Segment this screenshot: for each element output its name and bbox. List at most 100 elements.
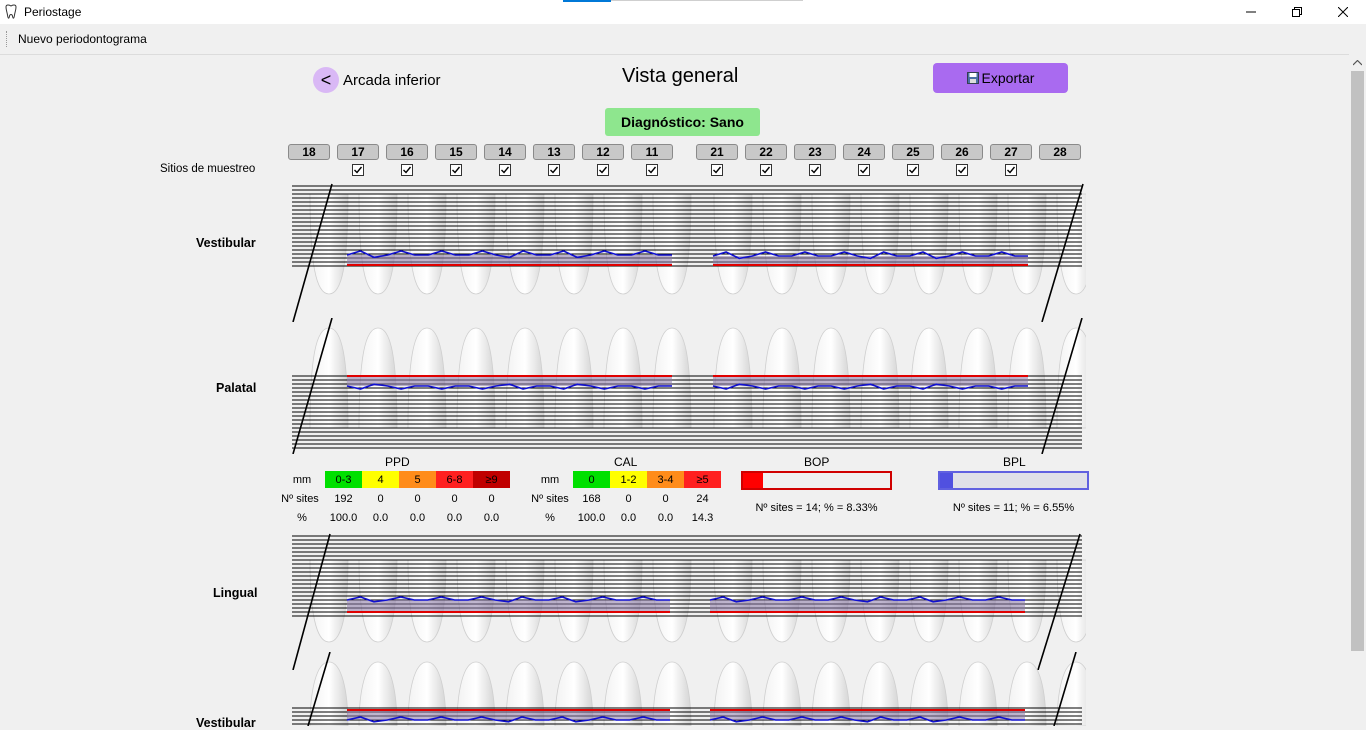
ppd-sites-value: 0 [451,493,458,505]
ppd-sites-label: Nº sites [281,493,319,505]
checkmark-icon [713,166,722,174]
tooth-shape [358,193,398,295]
tooth-shape [1056,193,1086,295]
row-label-vestibular: Vestibular [196,236,256,250]
ppd-unit-label: mm [292,474,312,486]
back-label[interactable]: Arcada inferior [343,72,441,89]
checkmark-icon [958,166,967,174]
cal-range-cell: 0 [573,471,610,488]
export-button[interactable]: Exportar [933,63,1068,93]
site-checkbox-25[interactable] [907,164,919,176]
ppd-pct-value: 100.0 [329,512,358,524]
tooth-button-18[interactable]: 18 [288,144,330,160]
cal-sites-label: Nº sites [531,493,569,505]
site-checkbox-15[interactable] [450,164,462,176]
tooth-button-21[interactable]: 21 [696,144,738,160]
ppd-range-cell: 5 [399,471,436,488]
export-label: Exportar [981,70,1035,86]
tooth-shape [909,193,949,295]
tooth-button-11[interactable]: 11 [631,144,673,160]
cal-pct-value: 14.3 [691,512,714,524]
tooth-button-12[interactable]: 12 [582,144,624,160]
checkmark-icon [550,166,559,174]
checkmark-icon [1007,166,1016,174]
site-checkbox-17[interactable] [352,164,364,176]
tooth-button-16[interactable]: 16 [386,144,428,160]
new-periodontogram-button[interactable]: Nuevo periodontograma [18,32,147,46]
site-checkbox-16[interactable] [401,164,413,176]
ppd-range-cell: 6-8 [436,471,473,488]
site-checkbox-13[interactable] [548,164,560,176]
site-checkbox-23[interactable] [809,164,821,176]
close-button[interactable] [1320,0,1366,24]
bop-summary: Nº sites = 14; % = 8.33% [755,502,878,514]
minimize-button[interactable] [1228,0,1274,24]
scroll-up-button[interactable] [1349,54,1366,71]
tooth-button-27[interactable]: 27 [990,144,1032,160]
scrollbar-thumb[interactable] [1351,71,1364,651]
minimize-icon [1246,11,1256,13]
tooth-button-13[interactable]: 13 [533,144,575,160]
title-accent [563,0,611,2]
ppd-range-cell: ≥9 [473,471,510,488]
tooth-button-14[interactable]: 14 [484,144,526,160]
tooth-button-26[interactable]: 26 [941,144,983,160]
tooth-shape [811,193,851,295]
checkmark-icon [811,166,820,174]
tooth-shape [762,193,802,295]
page-title: Vista general [622,65,739,87]
ppd-sites-value: 0 [414,493,421,505]
tooth-button-23[interactable]: 23 [794,144,836,160]
tooth-shape [1007,193,1047,295]
site-checkbox-12[interactable] [597,164,609,176]
tooth-shape [505,193,545,295]
save-disk-icon [966,72,979,84]
site-checkbox-14[interactable] [499,164,511,176]
cal-range-cell: 1-2 [610,471,647,488]
back-button[interactable]: < [313,67,339,93]
bop-bar-fill [743,473,763,488]
tooth-button-22[interactable]: 22 [745,144,787,160]
site-checkbox-21[interactable] [711,164,723,176]
row-label-lingual: Lingual [213,586,258,600]
ppd-pct-value: 0.0 [446,512,463,524]
checkmark-icon [909,166,918,174]
site-checkbox-24[interactable] [858,164,870,176]
toolbar-grip [6,31,9,47]
cal-unit-label: mm [540,474,560,486]
tooth-icon [5,4,17,19]
bpl-summary: Nº sites = 11; % = 6.55% [952,502,1075,514]
site-checkbox-11[interactable] [646,164,658,176]
vertical-scrollbar[interactable] [1349,54,1366,726]
chevron-left-icon: < [320,69,332,90]
checkmark-icon [860,166,869,174]
cal-range-cell: 3-4 [647,471,684,488]
site-checkbox-22[interactable] [760,164,772,176]
cal-pct-value: 100.0 [577,512,606,524]
tooth-button-28[interactable]: 28 [1039,144,1081,160]
tooth-button-17[interactable]: 17 [337,144,379,160]
chart-lingual [292,533,1086,670]
cal-title: CAL [614,455,638,469]
tooth-shape [1056,327,1086,429]
cal-range-cell: ≥5 [684,471,721,488]
site-checkbox-26[interactable] [956,164,968,176]
tooth-button-15[interactable]: 15 [435,144,477,160]
tooth-button-24[interactable]: 24 [843,144,885,160]
ppd-range-cell: 0-3 [325,471,362,488]
site-checkbox-27[interactable] [1005,164,1017,176]
bop-bar [741,471,892,490]
diagnosis-badge: Diagnóstico: Sano [605,108,760,136]
tooth-shape [713,193,753,295]
bop-title: BOP [804,455,830,469]
ppd-range-cell: 4 [362,471,399,488]
checkmark-icon [599,166,608,174]
cal-pct-value: 0.0 [620,512,637,524]
restore-icon [1292,7,1302,17]
checkmark-icon [354,166,363,174]
title-bar: Periostage [0,0,1366,24]
tooth-button-25[interactable]: 25 [892,144,934,160]
sampling-sites-label: Sitios de muestreo [160,163,256,175]
ppd-sites-value: 0 [377,493,384,505]
restore-button[interactable] [1274,0,1320,24]
